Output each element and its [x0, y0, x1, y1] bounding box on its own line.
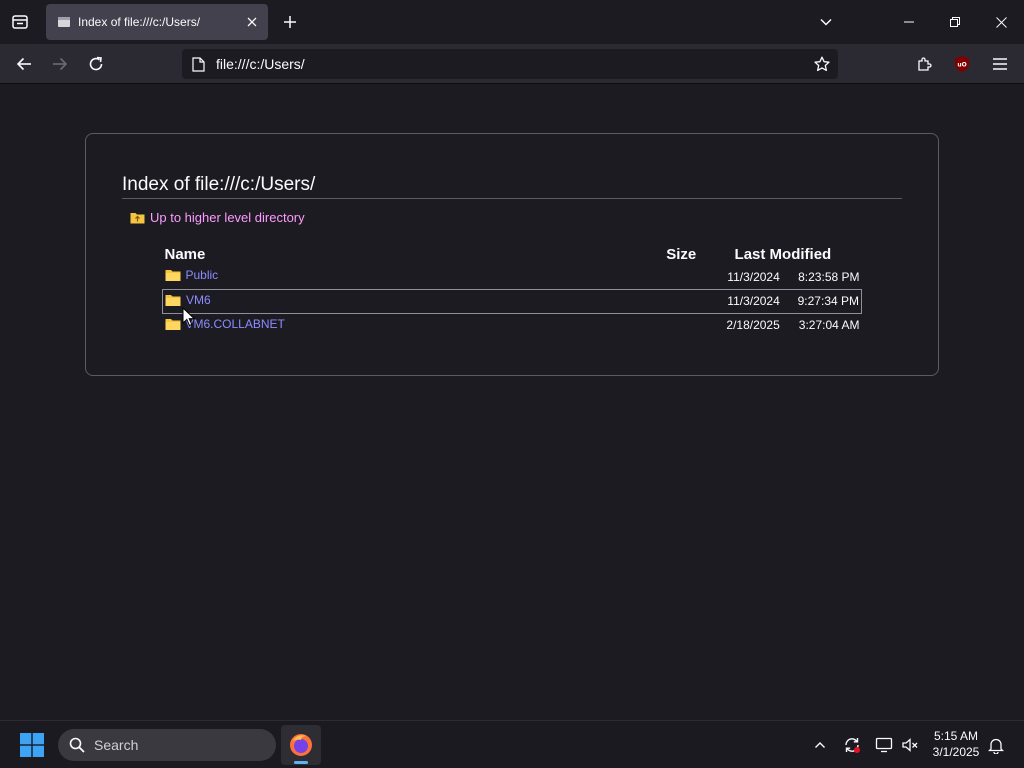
- close-icon: [247, 17, 257, 27]
- back-button[interactable]: [10, 50, 38, 78]
- size-cell: [615, 265, 704, 289]
- navigation-toolbar: file:///c:/Users/ uO: [0, 44, 1024, 84]
- folder-icon: [165, 318, 180, 330]
- minimize-button[interactable]: [886, 0, 932, 44]
- time-cell: 3:27:04 AM: [798, 318, 860, 333]
- url-bar[interactable]: file:///c:/Users/: [182, 49, 838, 79]
- folder-link-public[interactable]: Public: [165, 268, 219, 283]
- folder-name: Public: [185, 268, 219, 283]
- up-directory-link[interactable]: Up to higher level directory: [130, 210, 305, 225]
- tab-title: Index of file:///c:/Users/: [78, 15, 201, 29]
- folder-up-icon: [130, 213, 145, 224]
- firefox-icon: [290, 734, 312, 756]
- clock-date: 3/1/2025: [932, 745, 980, 759]
- url-text[interactable]: file:///c:/Users/: [216, 56, 808, 72]
- list-all-tabs-button[interactable]: [812, 8, 840, 36]
- taskbar: Search 5:15 AM 3/1/2025: [0, 720, 1024, 768]
- tab-list-button[interactable]: [6, 8, 34, 36]
- window-close-button[interactable]: [978, 0, 1024, 44]
- active-tab[interactable]: Index of file:///c:/Users/: [46, 4, 268, 40]
- new-tab-button[interactable]: [276, 8, 304, 36]
- volume-button[interactable]: [898, 733, 922, 757]
- date-cell: 11/3/2024: [727, 269, 780, 284]
- date-cell: 2/18/2025: [726, 318, 780, 333]
- restore-button[interactable]: [932, 0, 978, 44]
- page-icon: [56, 14, 72, 30]
- show-hidden-icons-button[interactable]: [808, 733, 832, 757]
- table-row: Public 11/3/2024 8:23:58 PM: [163, 265, 862, 289]
- system-clock[interactable]: 5:15 AM 3/1/2025: [922, 728, 990, 760]
- up-link-label: Up to higher level directory: [150, 210, 305, 225]
- column-header-size[interactable]: Size: [615, 243, 704, 265]
- chevron-up-icon: [815, 742, 825, 748]
- svg-text:uO: uO: [957, 62, 966, 69]
- bookmark-button[interactable]: [808, 50, 836, 78]
- windows-logo-icon: [20, 733, 44, 757]
- table-row: VM6.COLLABNET 2/18/2025 3:27:04 AM: [163, 313, 862, 337]
- sync-status-button[interactable]: [840, 733, 864, 757]
- name-cell: Public: [163, 265, 616, 289]
- search-icon: [68, 736, 86, 754]
- forward-button[interactable]: [46, 50, 74, 78]
- size-cell: [615, 313, 704, 337]
- date-cell: 11/3/2024: [704, 288, 782, 314]
- table-row: VM6 11/3/2024 9:27:34 PM: [162, 288, 862, 314]
- app-menu-button[interactable]: [986, 50, 1014, 78]
- monitor-icon: [875, 737, 893, 753]
- ublock-origin-button[interactable]: uO: [948, 50, 976, 78]
- name-cell: VM6.COLLABNET: [163, 313, 616, 337]
- name-cell: VM6: [162, 288, 616, 314]
- hamburger-menu-icon: [993, 58, 1007, 70]
- tab-list-icon: [12, 15, 28, 29]
- tab-close-button[interactable]: [240, 10, 264, 34]
- tab-strip: Index of file:///c:/Users/: [0, 0, 1024, 44]
- back-arrow-icon: [16, 57, 31, 71]
- star-icon: [814, 56, 830, 72]
- column-header-name[interactable]: Name: [163, 243, 616, 265]
- active-app-indicator: [294, 761, 308, 764]
- clock-time: 5:15 AM: [933, 729, 979, 743]
- extensions-button[interactable]: [910, 50, 938, 78]
- folder-icon: [165, 270, 180, 282]
- reload-icon: [89, 56, 103, 71]
- close-icon: [995, 16, 1007, 28]
- sync-icon: [845, 738, 860, 753]
- restore-icon: [950, 17, 960, 27]
- directory-listing-container: Index of file:///c:/Users/ Up to higher …: [85, 133, 939, 376]
- taskbar-search-box[interactable]: Search: [58, 729, 276, 761]
- page-content: Index of file:///c:/Users/ Up to higher …: [0, 85, 1024, 720]
- directory-table: Name Size Last Modified Public 11/3/2024…: [162, 243, 862, 337]
- chevron-down-icon: [820, 18, 832, 26]
- folder-name: VM6.COLLABNET: [185, 316, 285, 331]
- minimize-icon: [904, 21, 914, 23]
- folder-icon: [165, 294, 181, 306]
- time-cell: 9:27:34 PM: [781, 288, 862, 314]
- table-header-row: Name Size Last Modified: [163, 243, 862, 265]
- folder-name: VM6: [186, 292, 211, 307]
- notifications-button[interactable]: [984, 733, 1008, 757]
- ublock-origin-icon: uO: [955, 56, 969, 72]
- plus-icon: [284, 16, 296, 28]
- folder-link-vm6[interactable]: VM6: [165, 293, 211, 307]
- start-button[interactable]: [12, 725, 52, 765]
- forward-arrow-icon: [53, 57, 68, 71]
- volume-muted-icon: [902, 738, 918, 752]
- network-button[interactable]: [872, 733, 896, 757]
- size-cell: [615, 288, 705, 314]
- mouse-cursor-icon: [182, 307, 196, 327]
- reload-button[interactable]: [82, 50, 110, 78]
- page-title: Index of file:///c:/Users/: [122, 174, 902, 199]
- taskbar-firefox-button[interactable]: [281, 725, 321, 765]
- time-cell: 8:23:58 PM: [798, 269, 860, 284]
- bell-icon: [988, 738, 1004, 754]
- column-header-modified[interactable]: Last Modified: [704, 243, 861, 265]
- page-icon: [190, 56, 206, 72]
- search-placeholder: Search: [94, 737, 139, 753]
- puzzle-icon: [918, 57, 932, 71]
